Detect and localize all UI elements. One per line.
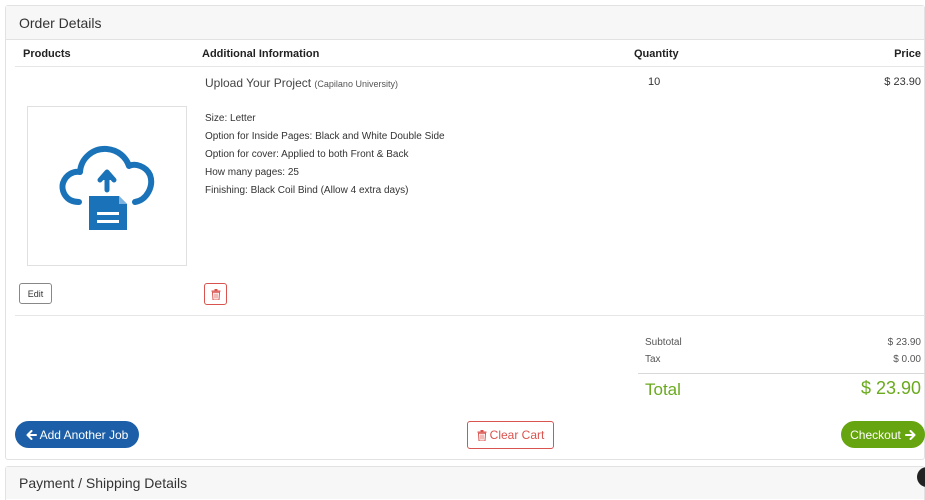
column-header-products: Products [23,48,71,60]
clear-cart-label: Clear Cart [489,428,545,442]
product-name: Upload Your Project (Capilano University… [205,76,398,90]
product-price: $ 23.90 [884,76,921,88]
checkout-label: Checkout [850,427,901,442]
option-size: Size: Letter [205,113,256,124]
option-finishing: Finishing: Black Coil Bind (Allow 4 extr… [205,185,409,196]
cloud-upload-icon [59,145,155,230]
option-page-count: How many pages: 25 [205,167,299,178]
subtotal-label: Subtotal [645,337,682,348]
delete-item-button[interactable] [204,283,227,305]
product-title: Upload Your Project [205,76,312,90]
add-another-job-button[interactable]: Add Another Job [15,421,139,448]
product-options: Size: Letter Option for Inside Pages: Bl… [205,110,445,200]
product-quantity: 10 [648,76,661,88]
order-details-header: Order Details [6,6,924,40]
total-label: Total [645,380,681,399]
tax-value: $ 0.00 [893,354,921,365]
product-school: (Capilano University) [314,79,398,89]
clear-cart-button[interactable]: Clear Cart [467,421,554,449]
summary-divider [638,373,925,374]
trash-icon [477,429,487,441]
product-thumbnail [27,106,187,266]
payment-shipping-title: Payment / Shipping Details [19,475,188,491]
option-cover: Option for cover: Applied to both Front … [205,149,409,160]
column-header-additional-info: Additional Information [202,48,320,60]
tax-label: Tax [645,354,661,365]
add-another-job-label: Add Another Job [39,427,129,442]
column-header-quantity: Quantity [634,48,679,60]
subtotal-value: $ 23.90 [887,337,921,348]
total-value: $ 23.90 [860,378,921,398]
items-divider [15,315,925,316]
arrow-left-icon [26,429,37,440]
option-inside-pages: Option for Inside Pages: Black and White… [205,131,445,142]
arrow-right-icon [904,429,916,440]
payment-shipping-panel: Payment / Shipping Details [5,466,925,500]
payment-shipping-header[interactable]: Payment / Shipping Details [6,467,924,499]
checkout-button[interactable]: Checkout [841,421,925,448]
order-details-title: Order Details [19,14,102,31]
column-header-price: Price [894,48,921,60]
edit-button[interactable]: Edit [19,283,52,304]
header-divider [15,66,925,67]
trash-icon [211,288,220,300]
